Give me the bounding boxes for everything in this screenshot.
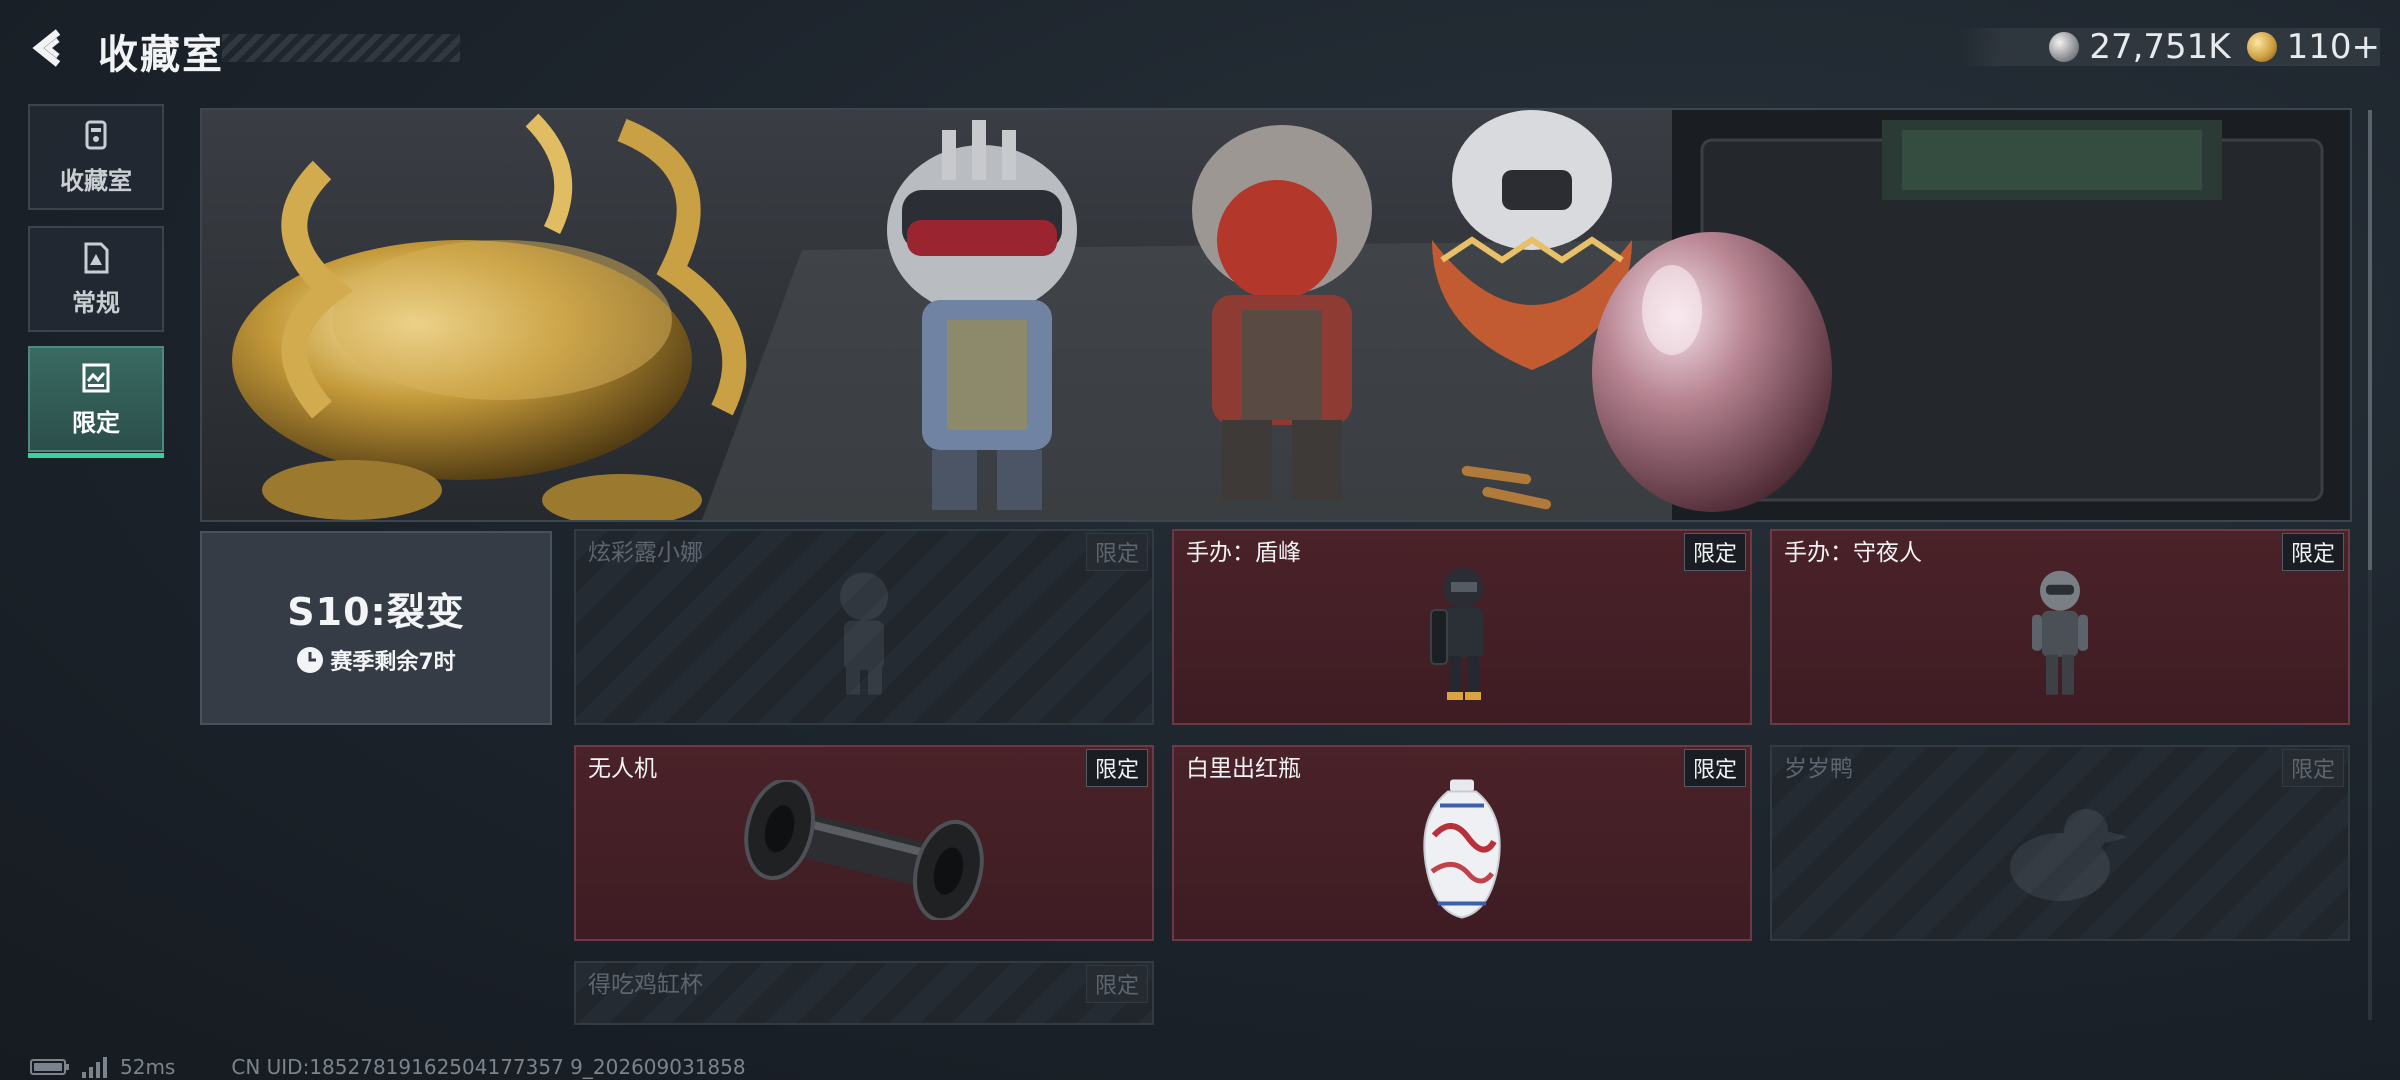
porcelain-vase-icon — [1423, 779, 1501, 919]
sidebar-item-label: 限定 — [72, 408, 120, 437]
limited-tag: 限定 — [1085, 533, 1148, 571]
status-footer: 52ms CN UID:18527819162504177357 9_20260… — [30, 1054, 746, 1080]
limited-tag: 限定 — [1683, 533, 1746, 571]
page-title: 收藏室 — [98, 32, 224, 78]
drone-icon — [744, 780, 984, 920]
limited-collection-banner — [200, 108, 2352, 522]
back-button[interactable] — [28, 26, 72, 70]
item-card-figure-shouyeren[interactable]: 手办：守夜人 限定 — [1770, 529, 2350, 725]
currency-silver-value: 27,751K — [2089, 27, 2231, 67]
uid-text: CN UID:18527819162504177357 9_2026090318… — [231, 1055, 746, 1079]
season-title: S10:裂变 — [287, 589, 465, 634]
item-name: 手办：守夜人 — [1784, 540, 1922, 566]
duck-silhouette-icon — [2010, 809, 2128, 901]
gold-coin-icon — [2246, 32, 2277, 62]
sidebar-item-limited[interactable]: 限定 — [28, 346, 164, 458]
limited-tag: 限定 — [1683, 749, 1746, 787]
sidebar-item-label: 收藏室 — [60, 166, 132, 195]
limited-tag: 限定 — [2281, 533, 2344, 571]
item-card-xuancai-luxiaona[interactable]: 炫彩露小娜 限定 — [574, 529, 1154, 725]
signal-icon — [82, 1057, 107, 1078]
collection-icon — [85, 120, 107, 149]
item-card-suisui-duck[interactable]: 岁岁鸭 限定 — [1770, 745, 2350, 941]
scrollbar[interactable] — [2368, 110, 2372, 1020]
item-card-white-red-vase[interactable]: 白里出红瓶 限定 — [1172, 745, 1752, 941]
item-name: 白里出红瓶 — [1186, 756, 1301, 782]
limited-icon — [82, 363, 110, 392]
ping-value: 52ms — [120, 1055, 176, 1079]
banner-artwork — [202, 110, 2350, 520]
item-name: 得吃鸡缸杯 — [588, 972, 703, 998]
item-name: 炫彩露小娜 — [588, 540, 703, 566]
back-arrow-icon — [32, 29, 61, 67]
item-name: 手办：盾峰 — [1186, 540, 1301, 566]
collection-room-screen: 收藏室 27,751K 110+ 收藏室 常规 限定 S10:裂变 赛季剩余7时… — [0, 0, 2400, 1080]
battery-icon — [30, 1059, 69, 1075]
item-name: 无人机 — [588, 756, 657, 782]
item-card-figure-dunfeng[interactable]: 手办：盾峰 限定 — [1172, 529, 1752, 725]
title-decoration — [222, 34, 460, 62]
item-card-drone[interactable]: 无人机 限定 — [574, 745, 1154, 941]
currency-bar: 27,751K 110+ — [1960, 27, 2380, 67]
shield-soldier-figure-icon — [1430, 568, 1483, 700]
limited-tag: 限定 — [1085, 965, 1148, 1003]
item-name: 岁岁鸭 — [1784, 756, 1853, 782]
figure-silhouette-icon — [840, 572, 888, 695]
season-remaining: 赛季剩余7时 — [296, 644, 456, 676]
regular-icon — [84, 242, 109, 273]
sidebar-item-regular[interactable]: 常规 — [28, 226, 164, 332]
season-info-card: S10:裂变 赛季剩余7时 — [200, 531, 552, 725]
currency-gold[interactable]: 110+ — [2246, 27, 2380, 67]
clock-icon — [297, 646, 324, 673]
silver-coin-icon — [2049, 32, 2080, 62]
currency-gold-value: 110+ — [2286, 27, 2380, 67]
item-card-chicken-cup[interactable]: 得吃鸡缸杯 限定 — [574, 961, 1154, 1025]
night-watch-figure-icon — [2032, 570, 2088, 695]
season-remaining-text: 赛季剩余7时 — [330, 649, 456, 675]
scrollbar-thumb[interactable] — [2368, 110, 2372, 570]
currency-silver[interactable]: 27,751K — [2049, 27, 2231, 67]
sidebar-item-label: 常规 — [72, 288, 120, 317]
limited-tag: 限定 — [2281, 749, 2344, 787]
sidebar-item-collection[interactable]: 收藏室 — [28, 104, 164, 210]
limited-tag: 限定 — [1085, 749, 1148, 787]
